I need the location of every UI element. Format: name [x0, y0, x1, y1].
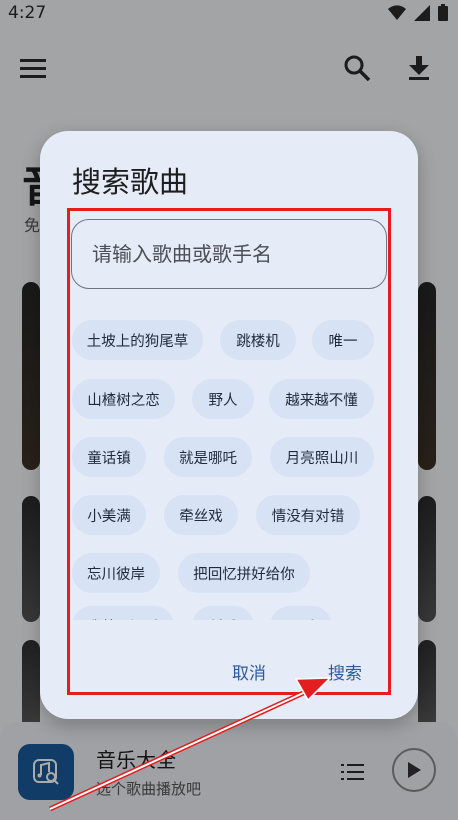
dialog-actions: 取消 搜索: [40, 651, 418, 691]
suggestion-chip[interactable]: 我曾用深爱: [72, 606, 174, 620]
dialog-title: 搜索歌曲: [72, 165, 189, 199]
suggestion-chip[interactable]: 小美满: [72, 495, 146, 535]
suggestion-chip[interactable]: 土坡上的狗尾草: [72, 320, 203, 360]
suggestion-chip[interactable]: 童话镇: [72, 437, 146, 477]
suggestion-chip[interactable]: 情没有对错: [256, 495, 360, 535]
suggestion-chip[interactable]: 越来越不懂: [269, 379, 374, 419]
suggestion-chip[interactable]: 就是哪吒: [164, 437, 252, 477]
search-button[interactable]: 搜索: [328, 659, 362, 684]
suggestion-chip[interactable]: 月亮照山川: [270, 437, 374, 477]
suggestion-chip[interactable]: 牵丝戏: [164, 495, 238, 535]
suggestion-chip[interactable]: 唯一: [312, 320, 374, 360]
suggestion-chip[interactable]: 稻香: [192, 606, 254, 620]
suggestion-chips: 土坡上的狗尾草 跳楼机 唯一 山楂树之恋 野人 越来越不懂 童话镇 就是哪吒 月…: [72, 320, 384, 620]
search-dialog: 搜索歌曲 土坡上的狗尾草 跳楼机 唯一 山楂树之恋 野人 越来越不懂 童话镇 就…: [40, 131, 418, 719]
suggestion-chip[interactable]: 忘川彼岸: [72, 553, 160, 593]
suggestion-chip[interactable]: 野人: [192, 379, 254, 419]
suggestion-chip[interactable]: 山楂树之恋: [72, 379, 175, 419]
song-search-input[interactable]: [71, 219, 387, 289]
suggestion-chip[interactable]: 不爱: [270, 606, 332, 620]
suggestion-chip[interactable]: 跳楼机: [220, 320, 296, 360]
cancel-button[interactable]: 取消: [232, 659, 266, 684]
suggestion-chip[interactable]: 把回忆拼好给你: [178, 553, 310, 593]
